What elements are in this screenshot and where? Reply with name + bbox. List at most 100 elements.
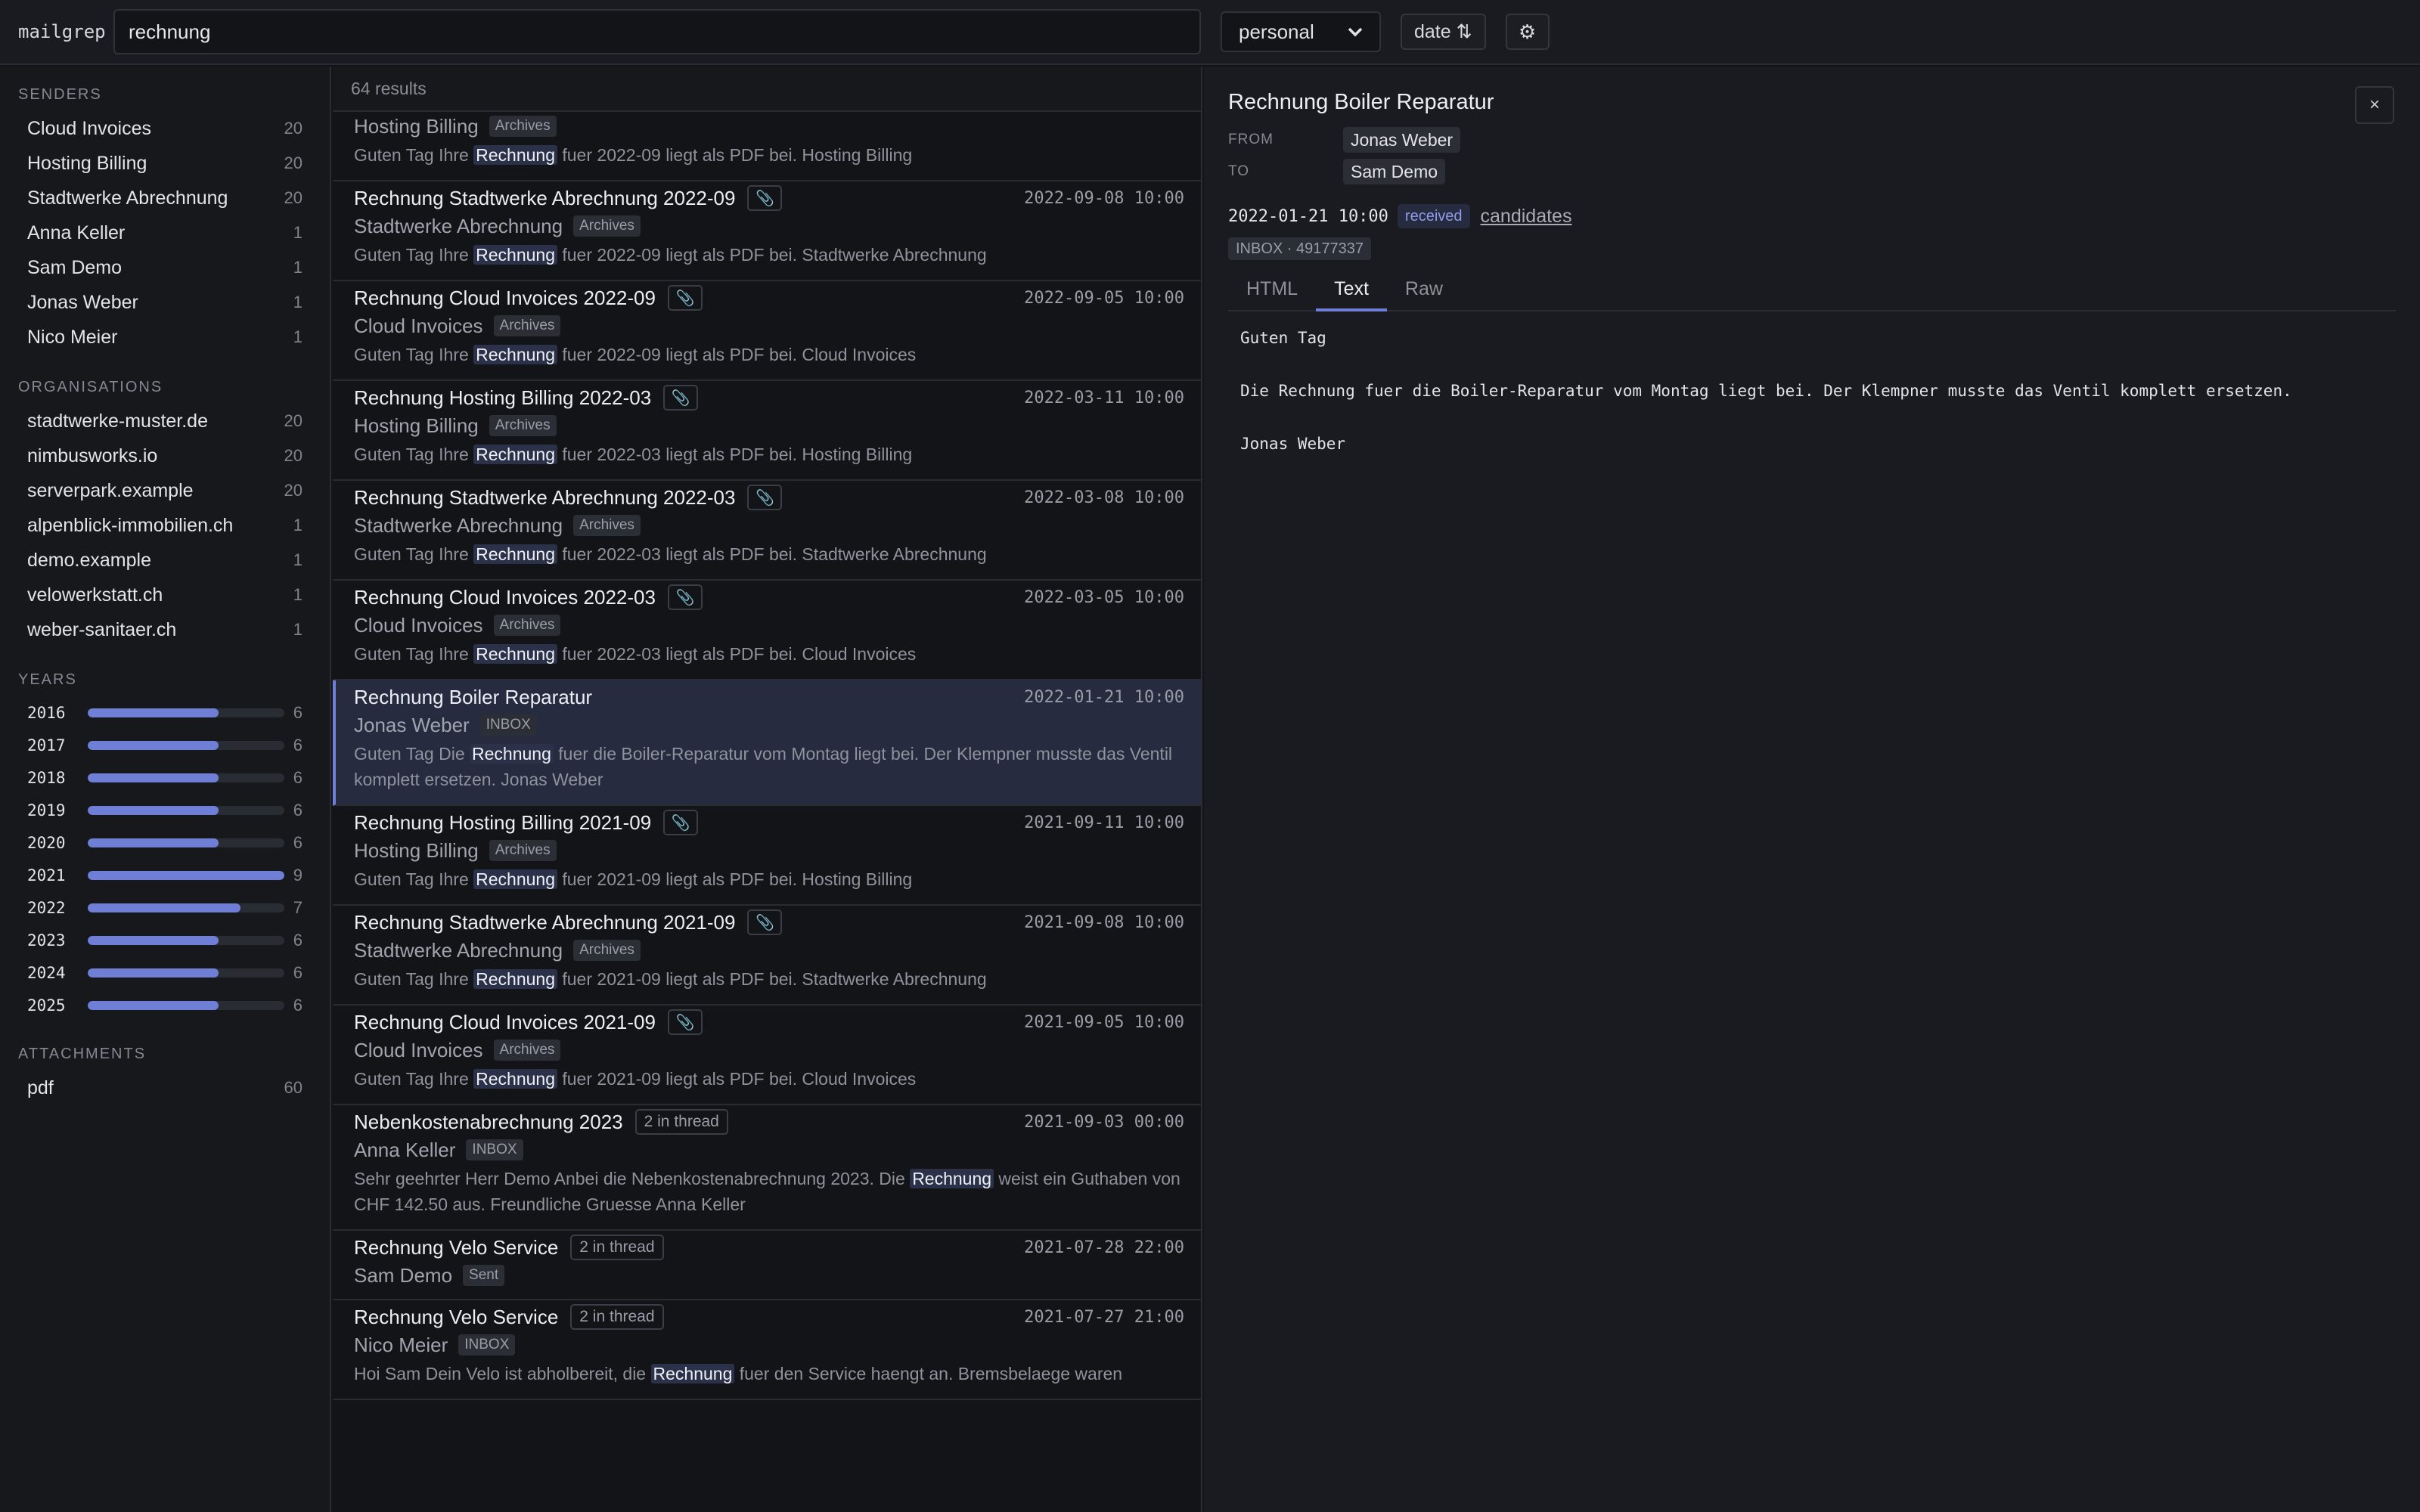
result-row[interactable]: Rechnung Cloud Invoices 2022-09 📎 2022-09-… bbox=[333, 281, 1201, 381]
result-header: Rechnung Cloud Invoices 2022-03 📎 2022-03-… bbox=[354, 581, 1184, 610]
from-chip[interactable]: Jonas Weber bbox=[1343, 127, 1461, 153]
folder-badge: Archives bbox=[493, 1040, 561, 1061]
result-row[interactable]: Rechnung Cloud Invoices 2022-03 📎 2022-03-… bbox=[333, 581, 1201, 680]
year-filter-item[interactable]: 2018 6 bbox=[18, 761, 312, 794]
settings-button[interactable]: ⚙ bbox=[1505, 14, 1550, 50]
attachment-filter-item[interactable]: pdf 60 bbox=[18, 1070, 312, 1105]
year-filter-item[interactable]: 2022 7 bbox=[18, 891, 312, 924]
message-body: Guten Tag Die Rechnung fuer die Boiler-Re… bbox=[1228, 311, 2396, 497]
year-bar-fill bbox=[88, 838, 219, 847]
years-section-title: YEARS bbox=[18, 671, 77, 688]
year-count: 6 bbox=[293, 735, 302, 754]
tab-raw[interactable]: Raw bbox=[1387, 268, 1461, 310]
paperclip-icon: 📎 bbox=[671, 389, 690, 407]
close-button[interactable]: × bbox=[2355, 86, 2394, 124]
result-date: 2022-09-05 10:00 bbox=[1024, 288, 1184, 308]
sender-filter-item[interactable]: Jonas Weber 1 bbox=[18, 285, 312, 320]
org-filter-label: serverpark.example bbox=[27, 479, 194, 501]
sender-filter-item[interactable]: Cloud Invoices 20 bbox=[18, 111, 312, 146]
result-snippet: Guten Tag Ihre Rechnung fuer 2021-09 lie… bbox=[354, 969, 987, 989]
year-count: 6 bbox=[293, 800, 302, 820]
org-filter-item[interactable]: nimbusworks.io 20 bbox=[18, 438, 312, 473]
year-filter-item[interactable]: 2020 6 bbox=[18, 826, 312, 859]
sort-button[interactable]: date ⇅ bbox=[1401, 14, 1486, 50]
result-row[interactable]: Nebenkostenabrechnung 2023 2 in thread 202… bbox=[333, 1105, 1201, 1231]
result-row[interactable]: Rechnung Cloud Invoices 2021-09 📎 2021-09-… bbox=[333, 1005, 1201, 1105]
result-snippet: Sehr geehrter Herr Demo Anbei die Nebenk… bbox=[354, 1169, 1181, 1214]
year-filter-item[interactable]: 2024 6 bbox=[18, 956, 312, 989]
result-sender: Nico Meier bbox=[354, 1333, 448, 1356]
sender-filter-item[interactable]: Sam Demo 1 bbox=[18, 250, 312, 285]
result-row[interactable]: Rechnung Velo Service 2 in thread 2021-07-… bbox=[333, 1300, 1201, 1400]
result-row[interactable]: Rechnung Velo Service 2 in thread 2021-07-… bbox=[333, 1231, 1201, 1300]
attachments-section-title: ATTACHMENTS bbox=[18, 1046, 147, 1062]
sender-filter-item[interactable]: Hosting Billing 20 bbox=[18, 146, 312, 181]
result-meta: Hosting Billing Archives bbox=[354, 110, 1184, 142]
folder-badge: Archives bbox=[489, 415, 557, 436]
org-filter-label: nimbusworks.io bbox=[27, 445, 158, 466]
org-filter-item[interactable]: alpenblick-immobilien.ch 1 bbox=[18, 508, 312, 543]
senders-list: Cloud Invoices 20 Hosting Billing 20 Stadtwe… bbox=[18, 111, 312, 355]
tab-text[interactable]: Text bbox=[1316, 268, 1387, 311]
year-filter-item[interactable]: 2023 6 bbox=[18, 924, 312, 956]
attachment-badge: 📎 bbox=[663, 810, 699, 835]
sender-filter-label: Anna Keller bbox=[27, 222, 126, 243]
year-bar-track bbox=[88, 968, 284, 978]
year-filter-item[interactable]: 2019 6 bbox=[18, 794, 312, 826]
search-highlight: Rechnung bbox=[473, 145, 557, 165]
org-filter-label: alpenblick-immobilien.ch bbox=[27, 514, 234, 536]
sender-filter-item[interactable]: Anna Keller 1 bbox=[18, 215, 312, 250]
sender-filter-label: Jonas Weber bbox=[27, 291, 138, 313]
result-header: Rechnung Cloud Invoices 2022-09 📎 2022-09-… bbox=[354, 281, 1184, 311]
result-row[interactable]: Rechnung Hosting Billing 2022-03 📎 2022-03… bbox=[333, 381, 1201, 481]
search-input[interactable] bbox=[113, 9, 1201, 54]
result-date: 2022-09-08 10:00 bbox=[1024, 188, 1184, 208]
sender-filter-item[interactable]: Nico Meier 1 bbox=[18, 320, 312, 355]
result-row[interactable]: Rechnung Hosting Billing 2021-09 📎 2021-09… bbox=[333, 806, 1201, 906]
result-row[interactable]: Rechnung Stadtwerke Abrechnung 2022-03 📎 2… bbox=[333, 481, 1201, 581]
folder-badge: Archives bbox=[573, 940, 641, 961]
result-meta: Hosting Billing Archives bbox=[354, 835, 1184, 866]
result-row[interactable]: Rechnung Stadtwerke Abrechnung 2022-09 📎 2… bbox=[333, 181, 1201, 281]
year-bar-track bbox=[88, 870, 284, 880]
result-snippet: Guten Tag Ihre Rechnung fuer 2022-03 lie… bbox=[354, 445, 913, 464]
message-title: Rechnung Boiler Reparatur bbox=[1228, 89, 1494, 114]
organisations-list: stadtwerke-muster.de 20 nimbusworks.io 20 se… bbox=[18, 404, 312, 647]
year-bar-fill bbox=[88, 870, 284, 880]
from-label: FROM bbox=[1228, 132, 1274, 147]
year-filter-item[interactable]: 2017 6 bbox=[18, 729, 312, 761]
result-snippet: Guten Tag Ihre Rechnung fuer 2022-03 lie… bbox=[354, 544, 987, 564]
account-select[interactable]: personal bbox=[1221, 11, 1381, 52]
to-chip[interactable]: Sam Demo bbox=[1343, 159, 1446, 184]
gear-icon: ⚙ bbox=[1518, 20, 1537, 43]
org-filter-item[interactable]: serverpark.example 20 bbox=[18, 473, 312, 508]
year-bar-track bbox=[88, 740, 284, 750]
result-date: 2021-09-03 00:00 bbox=[1024, 1112, 1184, 1132]
result-sender: Sam Demo bbox=[354, 1263, 453, 1287]
app-brand: mailgrep bbox=[18, 21, 106, 42]
sender-filter-label: Sam Demo bbox=[27, 256, 123, 278]
org-filter-item[interactable]: stadtwerke-muster.de 20 bbox=[18, 404, 312, 438]
year-filter-item[interactable]: 2016 6 bbox=[18, 696, 312, 729]
senders-section-title: SENDERS bbox=[18, 86, 102, 103]
year-filter-item[interactable]: 2021 9 bbox=[18, 859, 312, 891]
thread-badge: 2 in thread bbox=[570, 1235, 664, 1260]
sender-filter-item[interactable]: Stadtwerke Abrechnung 20 bbox=[18, 181, 312, 215]
org-filter-label: weber-sanitaer.ch bbox=[27, 618, 177, 640]
sender-filter-count: 1 bbox=[293, 223, 302, 242]
result-row[interactable]: Rechnung Boiler Reparatur 2022-01-21 10:0… bbox=[333, 680, 1201, 806]
tab-html[interactable]: HTML bbox=[1228, 268, 1316, 310]
result-sender: Cloud Invoices bbox=[354, 1038, 483, 1061]
year-filter-item[interactable]: 2025 6 bbox=[18, 989, 312, 1021]
paperclip-icon: 📎 bbox=[755, 190, 774, 207]
body-paragraph: Jonas Weber bbox=[1240, 435, 1346, 453]
result-row[interactable]: Rechnung Stadtwerke Abrechnung 2021-09 📎 2… bbox=[333, 906, 1201, 1005]
message-datetime: 2022-01-21 10:00 bbox=[1228, 206, 1388, 226]
org-filter-item[interactable]: demo.example 1 bbox=[18, 543, 312, 578]
org-filter-item[interactable]: velowerkstatt.ch 1 bbox=[18, 578, 312, 612]
org-filter-count: 20 bbox=[284, 481, 302, 500]
org-filter-item[interactable]: weber-sanitaer.ch 1 bbox=[18, 612, 312, 647]
year-bar-fill bbox=[88, 968, 219, 978]
folder-badge: Archives bbox=[493, 615, 561, 636]
candidates-link[interactable]: candidates bbox=[1481, 206, 1572, 228]
